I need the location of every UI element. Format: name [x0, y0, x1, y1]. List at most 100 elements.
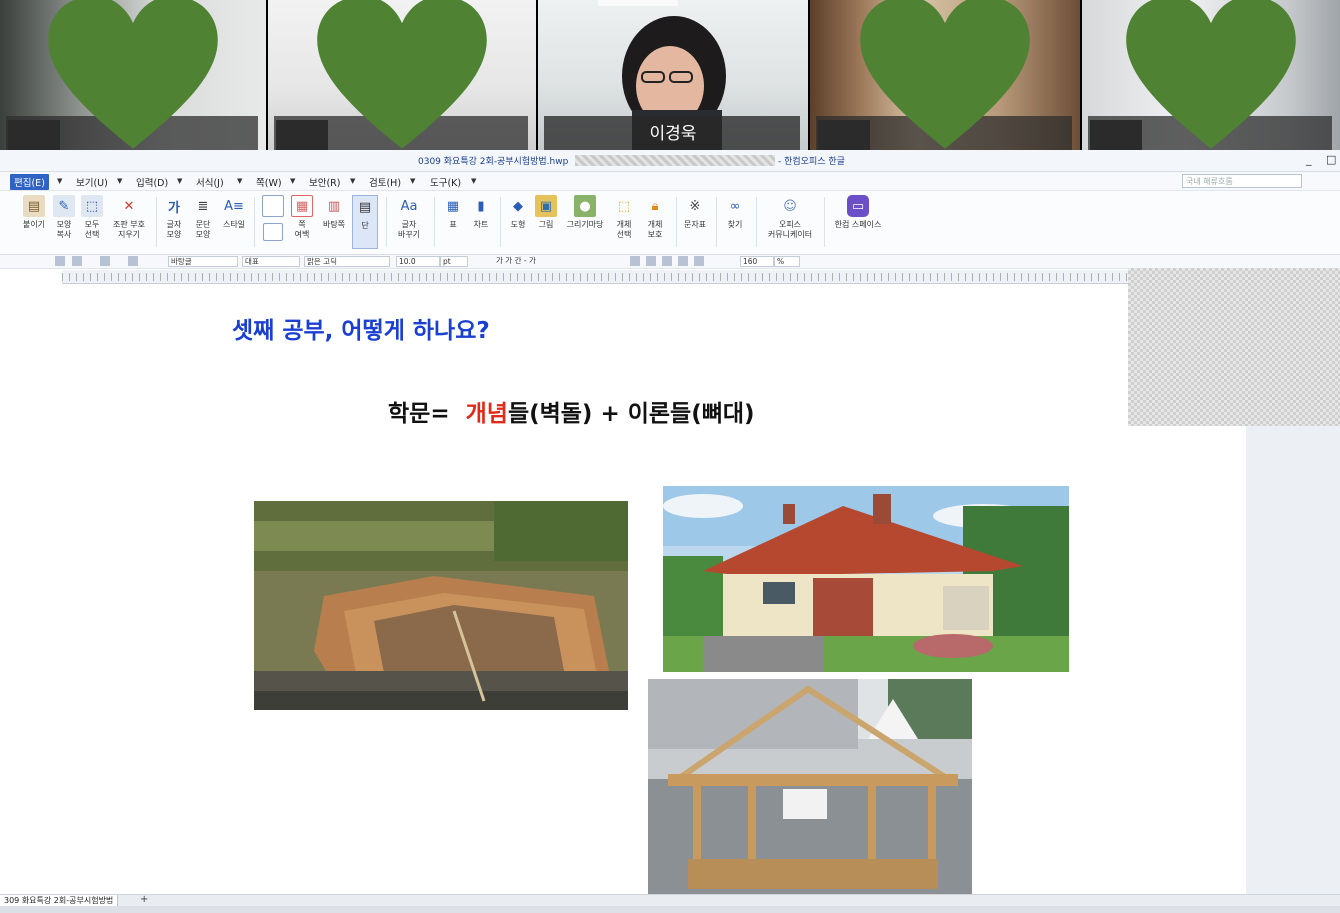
- ribbon-toolbar: ▤ 붙이기 ✎ 모양 복사 ⬚ 모두 선택 ✕ 조판 부호 지우기 가 글자 모양 ≣ 문단…: [0, 191, 1340, 255]
- hancom-space-button[interactable]: ▭ 한컴 스페이스: [828, 195, 888, 230]
- font-size-input[interactable]: 10.0: [396, 256, 440, 267]
- font-unit-select[interactable]: pt: [440, 256, 468, 267]
- menu-tools[interactable]: 도구(K): [426, 174, 465, 190]
- chevron-down-icon[interactable]: ▼: [237, 177, 242, 185]
- shape-icon: ◆: [513, 198, 523, 214]
- menu-format[interactable]: 서식(J): [192, 174, 228, 190]
- picture-icon: ▣: [535, 195, 557, 217]
- object-select-button[interactable]: ⬚ 개체 선택: [610, 195, 638, 240]
- object-protect-icon: 🔒︎: [651, 198, 659, 214]
- menu-security[interactable]: 보안(R): [305, 174, 345, 190]
- menu-review[interactable]: 검토(H): [365, 174, 405, 190]
- align-justify-icon[interactable]: [630, 256, 640, 266]
- finished-house-photo[interactable]: [663, 486, 1069, 672]
- chevron-down-icon[interactable]: ▼: [471, 177, 476, 185]
- page-setup-button[interactable]: [258, 195, 288, 241]
- format-painter-button[interactable]: ✎ 모양 복사: [50, 195, 78, 240]
- select-all-button[interactable]: ⬚ 모두 선택: [78, 195, 106, 240]
- style-select[interactable]: 바탕글: [168, 256, 238, 267]
- participant-tile[interactable]: [268, 0, 536, 150]
- chevron-down-icon[interactable]: ▼: [57, 177, 62, 185]
- chevron-down-icon[interactable]: ▼: [117, 177, 122, 185]
- timber-frame-photo[interactable]: [648, 679, 972, 894]
- chevron-down-icon[interactable]: ▼: [177, 177, 182, 185]
- redo-icon[interactable]: [128, 256, 138, 266]
- font-select[interactable]: 맑은 고딕: [304, 256, 390, 267]
- para-shape-button[interactable]: ≣ 문단 모양: [188, 195, 218, 240]
- para-shape-icon: ≣: [197, 198, 209, 214]
- clear-format-icon: ✕: [123, 198, 135, 214]
- page-landscape-icon: [263, 223, 283, 241]
- menu-view[interactable]: 보기(U): [72, 174, 112, 190]
- style-button[interactable]: A≡ 스타일: [218, 195, 250, 230]
- line-spacing-input[interactable]: 160: [740, 256, 774, 267]
- participant-tile[interactable]: [810, 0, 1080, 150]
- symbol-icon: ※: [689, 198, 701, 214]
- master-page-icon: ▥: [327, 198, 341, 214]
- menu-edit[interactable]: 편집(E): [10, 174, 49, 190]
- columns-button[interactable]: ▤ 단: [352, 195, 378, 249]
- participant-tile[interactable]: 이경욱: [538, 0, 808, 150]
- status-bar: [0, 906, 1340, 913]
- chevron-down-icon[interactable]: ▼: [350, 177, 355, 185]
- menu-insert[interactable]: 입력(D): [132, 174, 172, 190]
- align-left-icon[interactable]: [646, 256, 656, 266]
- clear-format-button[interactable]: ✕ 조판 부호 지우기: [106, 195, 152, 240]
- undo-icon[interactable]: [100, 256, 110, 266]
- align-distribute-icon[interactable]: [694, 256, 704, 266]
- style-icon: A≡: [224, 198, 244, 214]
- communicator-button[interactable]: ☺ 오피스 커뮤니케이터: [760, 195, 820, 240]
- heart-icon: [48, 0, 218, 149]
- object-protect-button[interactable]: 🔒︎ 개체 보호: [640, 195, 670, 240]
- char-shape-button[interactable]: 가 글자 모양: [160, 195, 188, 240]
- formula-line: 학문= 개념들(벽돌) + 이론들(뼈대): [388, 394, 755, 428]
- hancom-space-icon: ▭: [847, 195, 869, 217]
- paste-button[interactable]: ▤ 붙이기: [18, 195, 50, 230]
- line-spacing-unit[interactable]: %: [774, 256, 800, 267]
- heart-icon: [1126, 0, 1296, 149]
- format-painter-icon: ✎: [53, 195, 75, 217]
- brick-wall-photo[interactable]: [254, 501, 628, 710]
- char-format-buttons[interactable]: 가 가 간 - 가: [494, 256, 606, 267]
- language-select[interactable]: 대표: [242, 256, 300, 267]
- picture-button[interactable]: ▣ 그림: [532, 195, 560, 230]
- preview-icon[interactable]: [72, 256, 82, 266]
- participant-name: 이경욱: [649, 124, 697, 144]
- maximize-button[interactable]: □: [1326, 153, 1336, 166]
- find-button[interactable]: ∞ 찾기: [720, 195, 750, 230]
- participant-tile[interactable]: [1082, 0, 1340, 150]
- format-toolbar: 바탕글 대표 맑은 고딕 10.0 pt 가 가 간 - 가 160 %: [0, 255, 1340, 269]
- paste-icon: ▤: [23, 195, 45, 217]
- page-margin-icon: ▦: [291, 195, 313, 217]
- chevron-down-icon[interactable]: ▼: [290, 177, 295, 185]
- chart-button[interactable]: ▮ 차트: [468, 195, 494, 230]
- char-shape-icon: 가: [168, 200, 180, 216]
- transparency-area: [1128, 268, 1340, 426]
- find-icon: ∞: [729, 198, 741, 214]
- menu-page[interactable]: 쪽(W): [252, 174, 286, 190]
- print-icon[interactable]: [55, 256, 65, 266]
- left-margin: [0, 284, 64, 894]
- chevron-down-icon[interactable]: ▼: [410, 177, 415, 185]
- table-button[interactable]: ▦ 표: [440, 195, 466, 230]
- participant-tile[interactable]: [0, 0, 266, 150]
- minimize-button[interactable]: _: [1306, 153, 1312, 166]
- align-center-icon[interactable]: [662, 256, 672, 266]
- formula-left: 학문=: [388, 401, 450, 427]
- master-page-button[interactable]: ▥ 바탕쪽: [318, 195, 350, 230]
- clipart-button[interactable]: ● 그리기마당: [562, 195, 608, 230]
- document-filename: 0309 화요특강 2회-공부시험방법.hwp: [418, 157, 569, 167]
- horizontal-ruler[interactable]: [62, 270, 1128, 284]
- tab-document[interactable]: 309 화요특강 2회-공부시험방법: [0, 895, 119, 906]
- search-input[interactable]: 국내 해류흐름: [1182, 174, 1302, 188]
- symbol-button[interactable]: ※ 문자표: [680, 195, 710, 230]
- align-right-icon[interactable]: [678, 256, 688, 266]
- menu-bar: 편집(E) ▼ 보기(U) ▼ 입력(D) ▼ 서식(J) ▼ 쪽(W) ▼ 보…: [0, 172, 1340, 191]
- shape-button[interactable]: ◆ 도형: [504, 195, 532, 230]
- page-margin-button[interactable]: ▦ 쪽 여백: [288, 195, 316, 240]
- replace-char-icon: Aa: [400, 198, 418, 214]
- add-tab-button[interactable]: +: [140, 894, 148, 905]
- replace-char-button[interactable]: Aa 글자 바꾸기: [390, 195, 428, 240]
- table-icon: ▦: [446, 198, 460, 214]
- document-heading: 셋째 공부, 어떻게 하나요?: [232, 318, 490, 344]
